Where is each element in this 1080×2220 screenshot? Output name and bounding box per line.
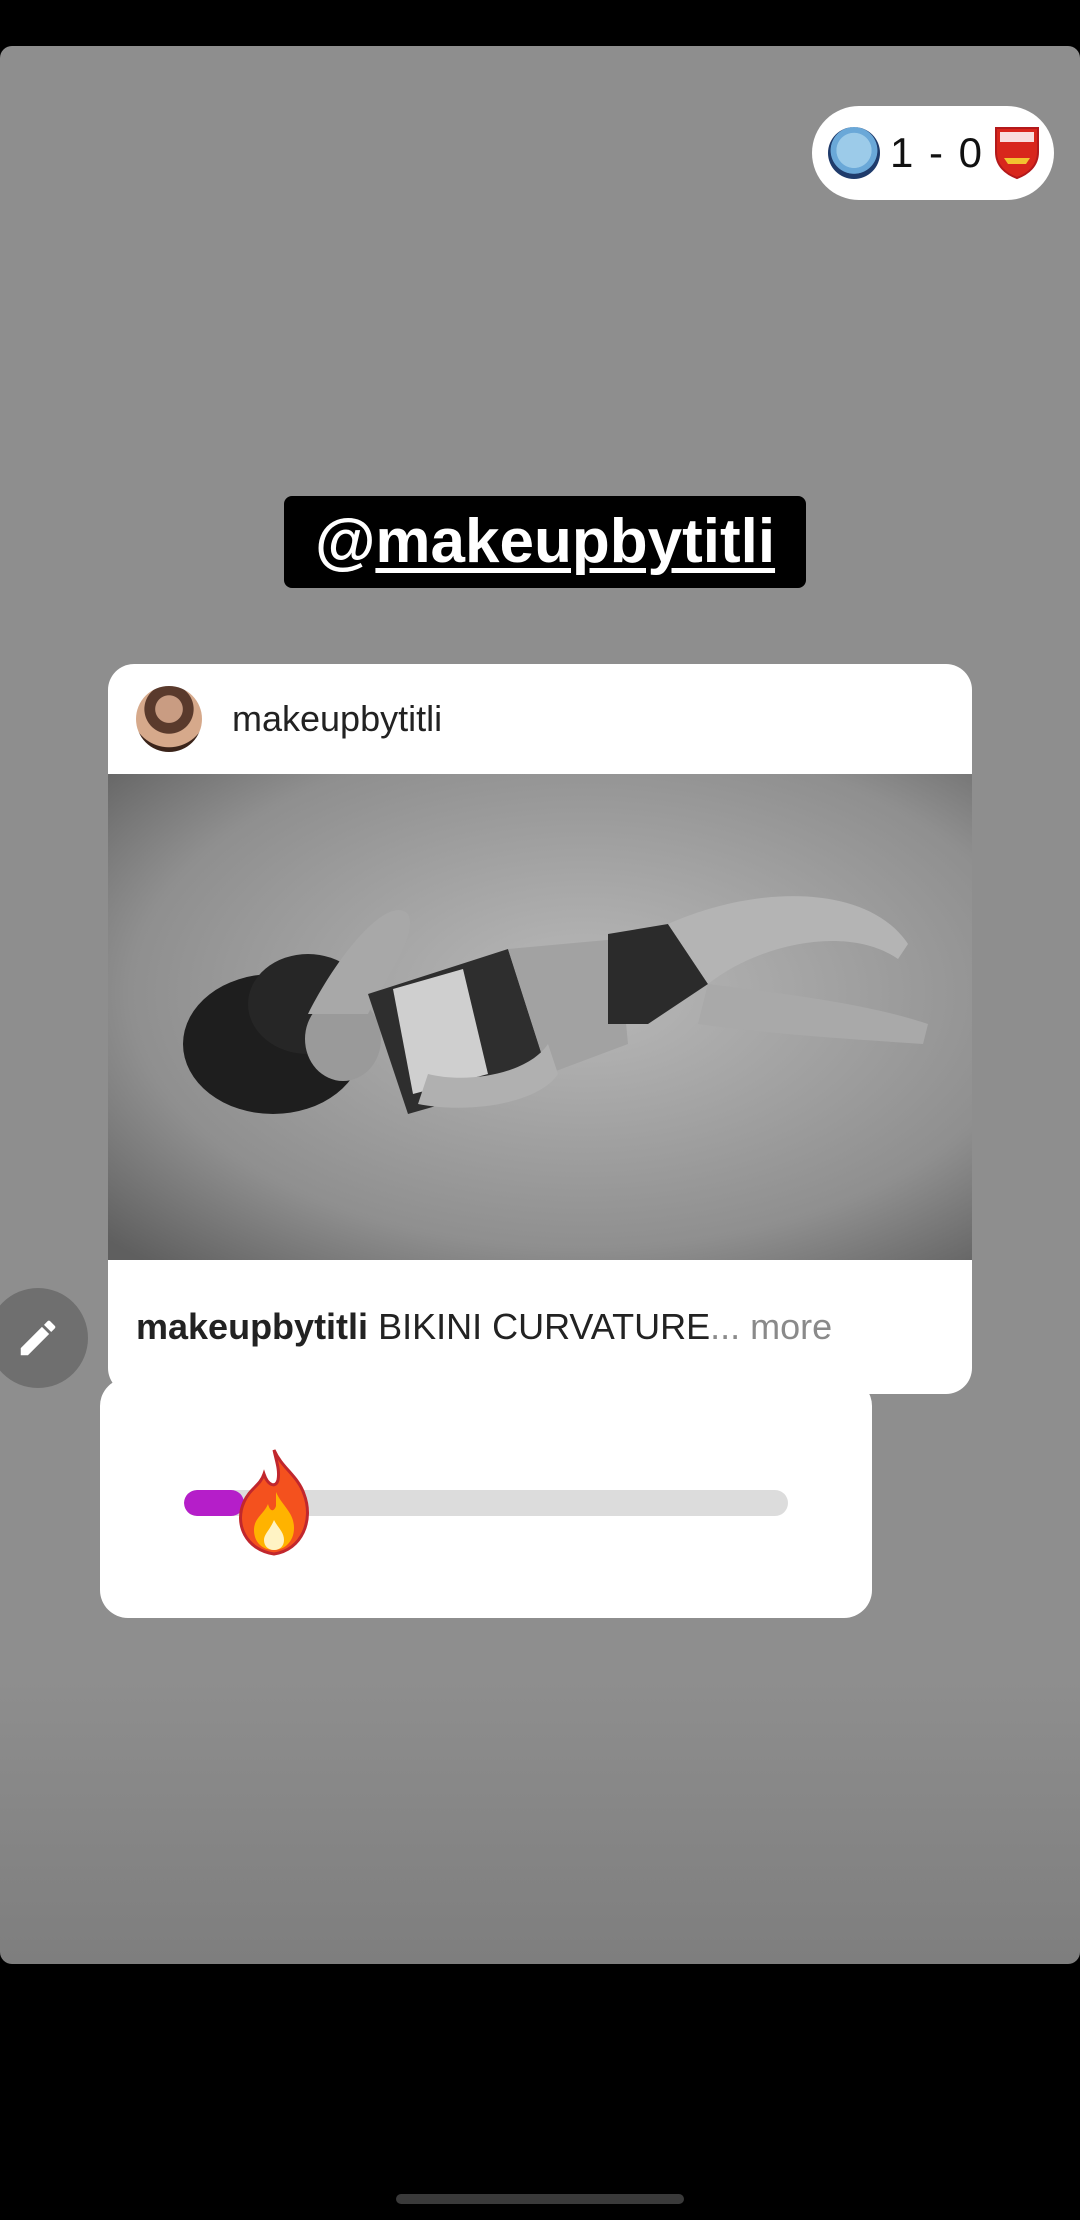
home-indicator[interactable] <box>396 2194 684 2204</box>
mention-handle: makeupbytitli <box>375 507 776 576</box>
post-username[interactable]: makeupbytitli <box>232 698 442 740</box>
mention-sticker[interactable]: @makeupbytitli <box>284 496 806 588</box>
story-canvas: 1 - 0 @makeupbytitli makeupbytitli makeu… <box>0 46 1080 1964</box>
caption-more-link[interactable]: ... more <box>710 1306 832 1348</box>
mention-at-sign: @ <box>314 507 376 576</box>
avatar[interactable] <box>136 686 202 752</box>
match-score-sticker[interactable]: 1 - 0 <box>812 106 1054 200</box>
emoji-slider-sticker[interactable] <box>100 1378 872 1618</box>
post-caption[interactable]: makeupbytitli BIKINI CURVATURE ... more <box>108 1260 972 1394</box>
manchester-city-crest-icon <box>828 127 880 179</box>
post-header: makeupbytitli <box>108 664 972 774</box>
caption-text: BIKINI CURVATURE <box>378 1306 711 1347</box>
shared-post-card[interactable]: makeupbytitli makeupbytitli BIKINI CURVA… <box>108 664 972 1394</box>
arsenal-crest-icon <box>995 127 1039 180</box>
fire-emoji-icon[interactable] <box>224 1446 324 1558</box>
match-score: 1 - 0 <box>889 129 985 176</box>
pencil-icon <box>20 1320 56 1356</box>
post-image[interactable] <box>108 774 972 1260</box>
caption-username[interactable]: makeupbytitli <box>136 1306 368 1348</box>
edit-button[interactable] <box>0 1288 88 1388</box>
